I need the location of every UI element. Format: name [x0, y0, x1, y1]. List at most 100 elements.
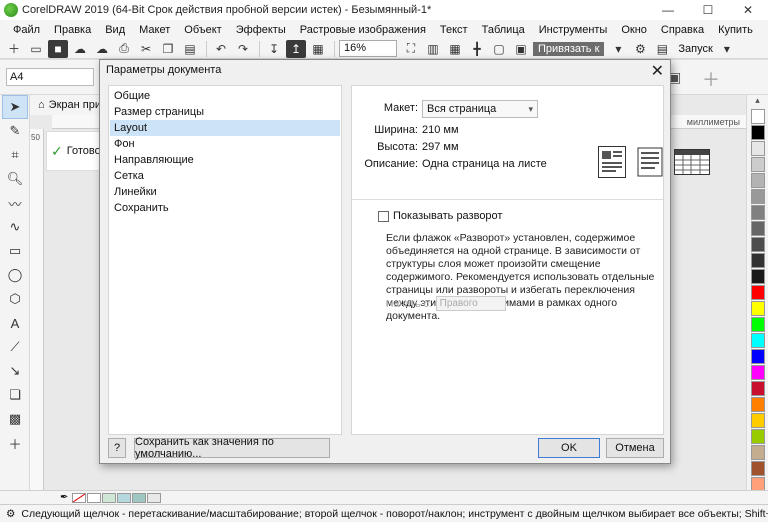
- menu-window[interactable]: Окно: [614, 24, 654, 36]
- palette-swatch[interactable]: [751, 173, 765, 188]
- start-on-select[interactable]: Правого: [435, 296, 506, 311]
- facing-pages-checkbox-row[interactable]: Показывать разворот: [378, 210, 502, 222]
- palette-scroll-up-icon[interactable]: ▴: [747, 95, 768, 109]
- palette-swatch[interactable]: [751, 253, 765, 268]
- copy-icon[interactable]: ❐: [158, 40, 178, 58]
- launch-dropdown[interactable]: Запуск: [674, 43, 716, 55]
- page-size-combo[interactable]: A4: [6, 68, 94, 86]
- palette-swatch[interactable]: [751, 413, 765, 428]
- menu-effects[interactable]: Эффекты: [229, 24, 293, 36]
- document-palette-swatch[interactable]: [117, 492, 132, 503]
- palette-swatch[interactable]: [751, 269, 765, 284]
- document-palette-swatch[interactable]: [87, 492, 102, 503]
- import-icon[interactable]: ↧: [264, 40, 284, 58]
- menu-file[interactable]: Файл: [6, 24, 47, 36]
- nav-item-general[interactable]: Общие: [110, 88, 340, 104]
- rulers-icon[interactable]: ▥: [423, 40, 443, 58]
- nav-item-layout[interactable]: Layout: [110, 120, 340, 136]
- maximize-button[interactable]: ☐: [688, 0, 728, 20]
- menu-edit[interactable]: Правка: [47, 24, 98, 36]
- cloud-download-icon[interactable]: ☁: [92, 40, 112, 58]
- paste-icon[interactable]: ▤: [180, 40, 200, 58]
- nav-item-save[interactable]: Сохранить: [110, 200, 340, 216]
- page-icon[interactable]: ▢: [489, 40, 509, 58]
- add-icon[interactable]: ＋: [702, 66, 720, 92]
- palette-swatch[interactable]: [751, 333, 765, 348]
- palette-swatch[interactable]: [751, 429, 765, 444]
- document-palette-swatch[interactable]: [147, 492, 162, 503]
- full-screen-icon[interactable]: ⛶: [401, 40, 421, 58]
- nav-item-rulers[interactable]: Линейки: [110, 184, 340, 200]
- menu-layout[interactable]: Макет: [132, 24, 177, 36]
- polygon-tool-icon[interactable]: ⬡: [2, 287, 28, 311]
- cut-icon[interactable]: ✂: [136, 40, 156, 58]
- palette-swatch[interactable]: [751, 301, 765, 316]
- drop-shadow-icon[interactable]: ❏: [2, 383, 28, 407]
- palette-swatch[interactable]: [751, 397, 765, 412]
- redo-icon[interactable]: ↷: [233, 40, 253, 58]
- palette-swatch[interactable]: [751, 285, 765, 300]
- ok-button[interactable]: OK: [538, 438, 600, 458]
- palette-swatch[interactable]: [751, 221, 765, 236]
- palette-swatch[interactable]: [751, 157, 765, 172]
- palette-swatch[interactable]: [751, 349, 765, 364]
- object-icon[interactable]: ▣: [511, 40, 531, 58]
- chevron-down-icon[interactable]: ▾: [717, 40, 737, 58]
- palette-swatch[interactable]: [751, 445, 765, 460]
- palette-swatch[interactable]: [751, 317, 765, 332]
- menu-buy[interactable]: Купить: [711, 24, 760, 36]
- cloud-upload-icon[interactable]: ☁: [70, 40, 90, 58]
- eyedropper-icon[interactable]: ✒: [60, 492, 68, 503]
- parallel-dimension-icon[interactable]: ⟋: [2, 335, 28, 359]
- zoom-tool-icon[interactable]: 🔍︎: [2, 167, 28, 191]
- cancel-button[interactable]: Отмена: [606, 438, 664, 458]
- palette-swatch[interactable]: [751, 461, 765, 476]
- shape-tool-icon[interactable]: ✎: [2, 119, 28, 143]
- help-button[interactable]: ?: [108, 438, 126, 458]
- rectangle-tool-icon[interactable]: ▭: [2, 239, 28, 263]
- document-palette-swatch[interactable]: [132, 492, 147, 503]
- pick-tool-icon[interactable]: ➤: [2, 95, 28, 119]
- nav-item-background[interactable]: Фон: [110, 136, 340, 152]
- open-folder-icon[interactable]: ▭: [26, 40, 46, 58]
- launch-icon[interactable]: ▤: [652, 40, 672, 58]
- zoom-level-combo[interactable]: 16%: [339, 40, 397, 57]
- text-tool-icon[interactable]: A: [2, 311, 28, 335]
- export-icon[interactable]: ↥: [286, 39, 306, 58]
- palette-swatch[interactable]: [751, 109, 765, 124]
- transparency-tool-icon[interactable]: ▩: [2, 407, 28, 431]
- new-document-icon[interactable]: ＋: [4, 40, 24, 58]
- add-tool-icon[interactable]: ＋: [2, 431, 28, 455]
- palette-swatch[interactable]: [751, 237, 765, 252]
- menu-object[interactable]: Объект: [177, 24, 228, 36]
- nav-item-guidelines[interactable]: Направляющие: [110, 152, 340, 168]
- minimize-button[interactable]: —: [648, 0, 688, 20]
- dialog-close-button[interactable]: ✕: [651, 61, 664, 81]
- nav-item-page-size[interactable]: Размер страницы: [110, 104, 340, 120]
- palette-swatch[interactable]: [751, 141, 765, 156]
- document-palette-swatch[interactable]: [102, 492, 117, 503]
- nav-item-grid[interactable]: Сетка: [110, 168, 340, 184]
- palette-swatch[interactable]: [751, 365, 765, 380]
- facing-pages-checkbox[interactable]: [378, 210, 389, 222]
- artistic-media-icon[interactable]: ∿: [2, 215, 28, 239]
- no-color-swatch[interactable]: [72, 492, 87, 503]
- guidelines-icon[interactable]: ╋: [467, 40, 487, 58]
- layout-select[interactable]: Вся страница ▾: [422, 100, 538, 118]
- gear-icon[interactable]: ⚙: [630, 40, 650, 58]
- menu-bitmaps[interactable]: Растровые изображения: [293, 24, 433, 36]
- save-as-default-button[interactable]: Сохранить как значения по умолчанию...: [134, 436, 330, 460]
- ellipse-tool-icon[interactable]: ◯: [2, 263, 28, 287]
- snap-to-dropdown[interactable]: Привязать к: [533, 41, 605, 56]
- connector-tool-icon[interactable]: ↘: [2, 359, 28, 383]
- menu-view[interactable]: Вид: [98, 24, 132, 36]
- menu-tools[interactable]: Инструменты: [532, 24, 615, 36]
- palette-swatch[interactable]: [751, 189, 765, 204]
- crop-tool-icon[interactable]: ⌗: [2, 143, 28, 167]
- freehand-tool-icon[interactable]: 〰: [2, 191, 28, 215]
- gear-icon[interactable]: ⚙: [6, 508, 15, 520]
- menu-help[interactable]: Справка: [654, 24, 711, 36]
- menu-table[interactable]: Таблица: [475, 24, 532, 36]
- print-icon[interactable]: ⎙: [114, 40, 134, 58]
- palette-swatch[interactable]: [751, 381, 765, 396]
